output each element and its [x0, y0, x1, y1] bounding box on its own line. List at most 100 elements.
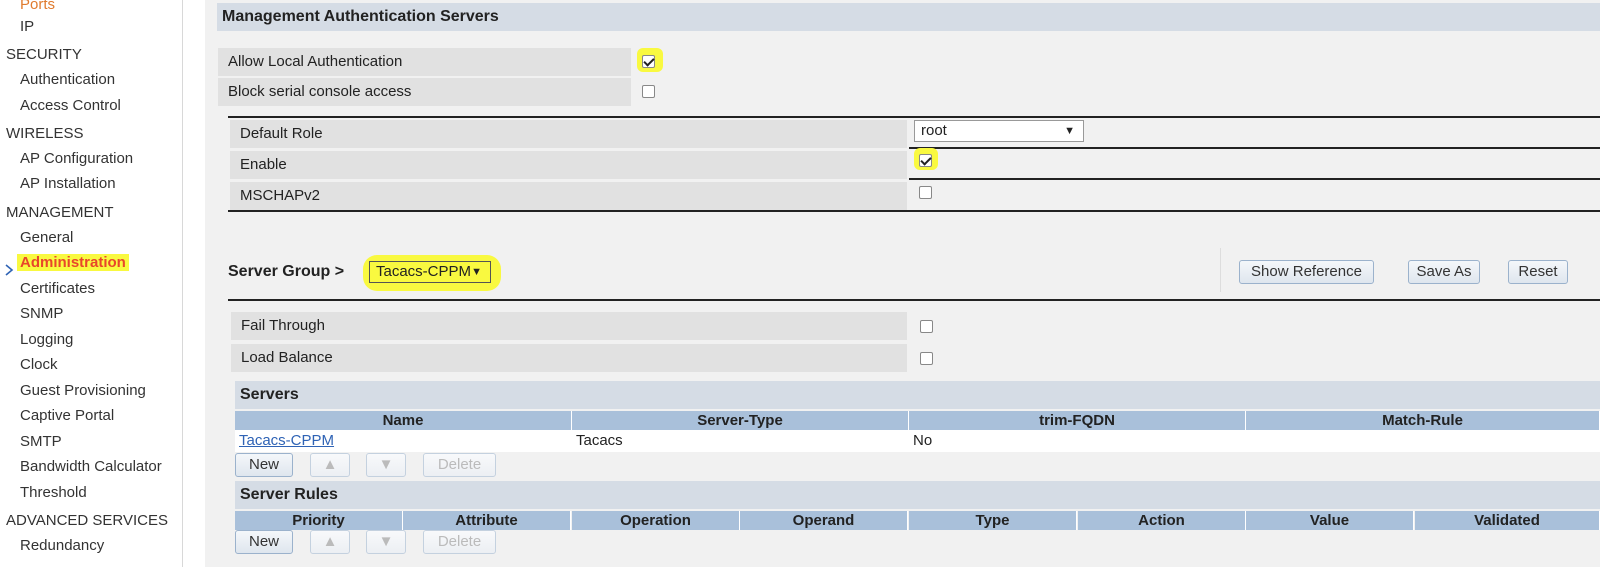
save-as-button[interactable]: Save As: [1408, 260, 1480, 284]
load-balance-label: Load Balance: [231, 344, 907, 372]
sidebar-item-label: SECURITY: [6, 46, 82, 63]
sidebar-item-threshold[interactable]: Threshold: [20, 482, 203, 504]
sidebar-item-certificates[interactable]: Certificates: [20, 278, 203, 300]
load-balance-checkbox[interactable]: [920, 352, 933, 365]
toolbar-divider: [1220, 248, 1221, 292]
rules-col-header[interactable]: Type: [909, 511, 1077, 530]
servers-move-down-button[interactable]: ▼: [366, 453, 406, 477]
sidebar-item-label: WIRELESS: [6, 125, 84, 142]
sidebar-item-label: Guest Provisioning: [20, 382, 146, 399]
sidebar-section-wireless: WIRELESS: [6, 123, 189, 145]
chevron-right-icon: [5, 264, 14, 276]
sidebar-item-label: ADVANCED SERVICES: [6, 512, 168, 529]
default-role-label: Default Role: [230, 120, 907, 148]
sidebar-item-label: Ports: [20, 0, 56, 13]
sidebar-item-captive-portal[interactable]: Captive Portal: [20, 405, 203, 427]
allow-local-auth-label: Allow Local Authentication: [218, 48, 631, 76]
sidebar-item-label: AP Configuration: [20, 150, 134, 167]
servers-new-button[interactable]: New: [235, 453, 293, 477]
sidebar-item-label: Captive Portal: [20, 407, 115, 424]
servers-cell-type: Tacacs: [572, 430, 909, 452]
server-name-link[interactable]: Tacacs-CPPM: [239, 432, 334, 449]
sidebar-section-security: SECURITY: [6, 44, 189, 66]
server-group-label: Server Group >: [228, 263, 345, 280]
sidebar-item-label: MANAGEMENT: [6, 204, 114, 221]
sidebar-item-bandwidth-calculator[interactable]: Bandwidth Calculator: [20, 456, 203, 478]
rules-delete-button[interactable]: Delete: [423, 530, 496, 554]
sidebar-item-snmp[interactable]: SNMP: [20, 303, 203, 325]
rules-col-header[interactable]: Operand: [740, 511, 908, 530]
sidebar-item-label: Authentication: [20, 71, 116, 88]
rules-move-up-button[interactable]: ▲: [310, 530, 350, 554]
sidebar-item-authentication[interactable]: Authentication: [20, 69, 203, 91]
sidebar-item-label: Access Control: [20, 97, 121, 114]
sidebar-section-advanced-services: ADVANCED SERVICES: [6, 510, 189, 532]
rules-move-down-button[interactable]: ▼: [366, 530, 406, 554]
sidebar-item-label: Redundancy: [20, 537, 105, 554]
fail-through-label: Fail Through: [231, 312, 907, 340]
servers-delete-button[interactable]: Delete: [423, 453, 496, 477]
allow-local-auth-checkbox[interactable]: [642, 55, 655, 68]
default-role-select[interactable]: root ▼: [914, 120, 1084, 142]
sidebar-item-label: Logging: [20, 331, 74, 348]
sidebar-item-logging[interactable]: Logging: [20, 329, 203, 351]
mschap-label: MSCHAPv2: [230, 182, 907, 210]
rules-col-header[interactable]: Priority: [235, 511, 403, 530]
sidebar-item-label: Clock: [20, 356, 58, 373]
servers-col-header[interactable]: trim-FQDN: [909, 411, 1246, 430]
sidebar-item-label: Administration: [17, 254, 129, 271]
servers-col-header[interactable]: Name: [235, 411, 572, 430]
sidebar-item-ap-installation[interactable]: AP Installation: [20, 173, 203, 195]
rules-col-header[interactable]: Action: [1078, 511, 1246, 530]
section-title-mgmt-auth: Management Authentication Servers: [217, 3, 1600, 31]
row-divider: [909, 147, 1600, 149]
sidebar-item-label: Threshold: [20, 484, 87, 501]
fail-through-checkbox[interactable]: [920, 320, 933, 333]
servers-cell-name: Tacacs-CPPM: [235, 430, 572, 452]
rules-col-header[interactable]: Operation: [572, 511, 740, 530]
sidebar-item-guest-provisioning[interactable]: Guest Provisioning: [20, 380, 203, 402]
sidebar-item-label: AP Installation: [20, 175, 116, 192]
sidebar-item-ip[interactable]: IP: [20, 16, 203, 38]
servers-col-header[interactable]: Server-Type: [572, 411, 909, 430]
default-role-value: root: [921, 122, 947, 139]
rules-col-header[interactable]: Validated: [1415, 511, 1600, 530]
rules-col-header[interactable]: Attribute: [403, 511, 571, 530]
enable-checkbox[interactable]: [919, 154, 932, 167]
sidebar-item-label: IP: [20, 18, 35, 35]
servers-col-header[interactable]: Match-Rule: [1246, 411, 1600, 430]
main-content: Management Authentication Servers Allow …: [205, 0, 1600, 567]
server-group-value: Tacacs-CPPM: [376, 263, 472, 280]
sidebar-nav: Ports IP SECURITY Authentication Access Cont…: [0, 0, 183, 567]
servers-section-title: Servers: [235, 381, 1600, 409]
sidebar-item-label: Certificates: [20, 280, 96, 297]
block-serial-label: Block serial console access: [218, 78, 631, 106]
sidebar-item-access-control[interactable]: Access Control: [20, 95, 203, 117]
sidebar-item-smtp[interactable]: SMTP: [20, 431, 203, 453]
rules-col-header[interactable]: Value: [1246, 511, 1414, 530]
sidebar-item-ap-configuration[interactable]: AP Configuration: [20, 148, 203, 170]
servers-cell-match: [1246, 430, 1600, 452]
sidebar-item-redundancy[interactable]: Redundancy: [20, 535, 203, 557]
sidebar-item-label: SNMP: [20, 305, 64, 322]
server-group-select[interactable]: Tacacs-CPPM ▼: [369, 261, 491, 283]
sidebar-item-clock[interactable]: Clock: [20, 354, 203, 376]
enable-label: Enable: [230, 151, 907, 179]
show-reference-button[interactable]: Show Reference: [1239, 260, 1374, 284]
block-serial-checkbox[interactable]: [642, 85, 655, 98]
sidebar-item-administration[interactable]: Administration: [17, 252, 203, 274]
row-divider: [909, 178, 1600, 180]
servers-move-up-button[interactable]: ▲: [310, 453, 350, 477]
sidebar-item-label: SMTP: [20, 433, 62, 450]
sidebar-section-management: MANAGEMENT: [6, 202, 189, 224]
sidebar-item-general[interactable]: General: [20, 227, 203, 249]
sidebar-item-label: Bandwidth Calculator: [20, 458, 162, 475]
sidebar-item-label: General: [20, 229, 74, 246]
caret-down-icon: ▼: [1064, 125, 1075, 137]
reset-button[interactable]: Reset: [1508, 260, 1568, 284]
rules-new-button[interactable]: New: [235, 530, 293, 554]
mschap-checkbox[interactable]: [919, 186, 932, 199]
sidebar-item-ports[interactable]: Ports: [20, 0, 203, 16]
caret-down-icon: ▼: [471, 266, 482, 278]
servers-cell-fqdn: No: [909, 430, 1246, 452]
